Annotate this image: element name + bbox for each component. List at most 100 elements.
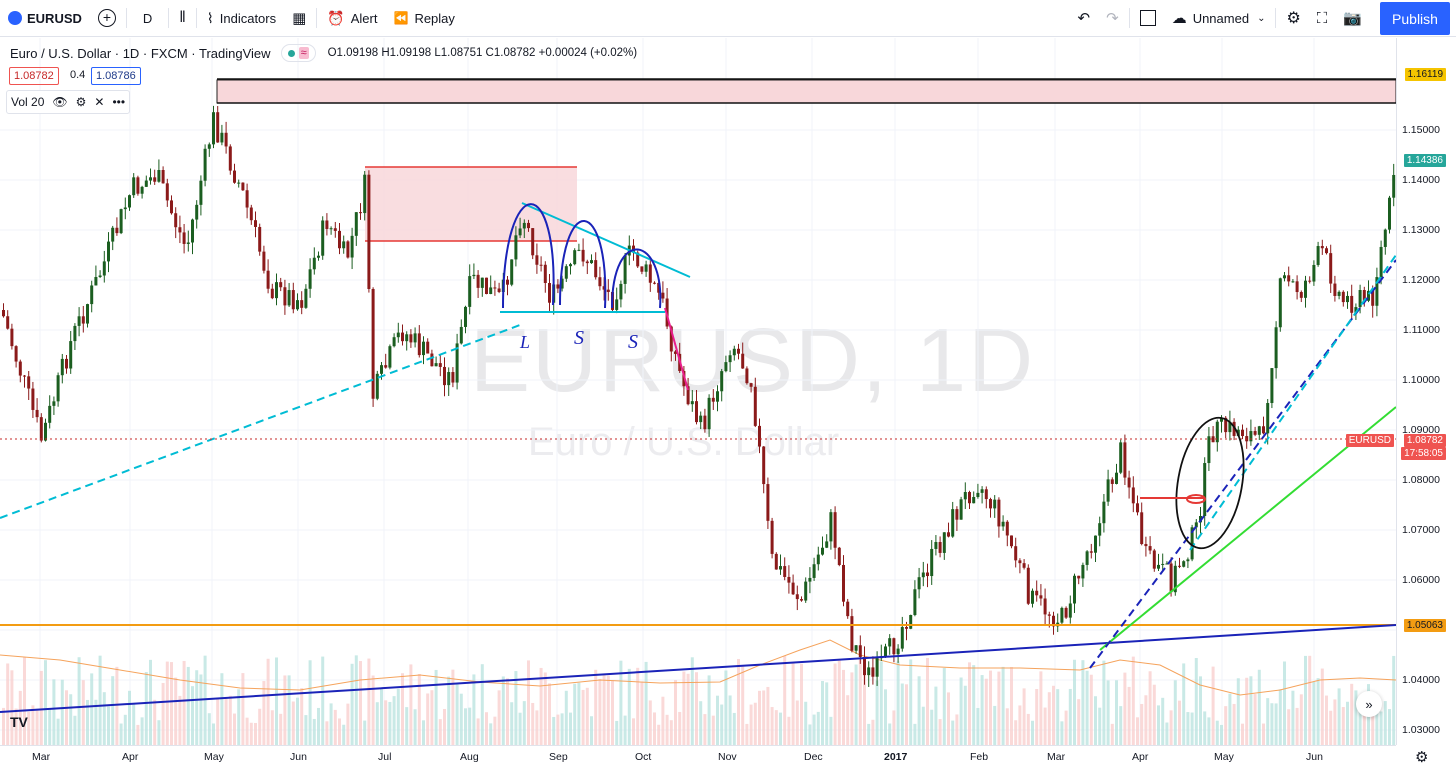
fullscreen-button[interactable]: ⛶ bbox=[1309, 0, 1336, 37]
legend-title[interactable]: Euro / U.S. Dollar · 1D · FXCM · Trading… bbox=[10, 46, 271, 61]
indicators-button[interactable]: ⌇ Indicators bbox=[199, 0, 284, 37]
volume-bar bbox=[938, 719, 942, 745]
candlesticks bbox=[2, 105, 1396, 687]
candle-body bbox=[14, 346, 18, 362]
candle-body bbox=[934, 542, 938, 549]
volume-bar bbox=[1203, 711, 1207, 745]
volume-bar bbox=[585, 687, 589, 745]
volume-bar bbox=[816, 711, 820, 745]
candle-body bbox=[745, 368, 749, 384]
candle-body bbox=[518, 228, 522, 236]
cyan-trendline-left[interactable] bbox=[0, 324, 521, 519]
volume-bar bbox=[140, 717, 144, 745]
volume-bar bbox=[657, 724, 661, 745]
volume-bar bbox=[1295, 707, 1299, 745]
candle-body bbox=[144, 180, 148, 187]
candle-body bbox=[1320, 246, 1324, 249]
candle-body bbox=[556, 284, 560, 289]
hand-drawn-circle[interactable] bbox=[1167, 412, 1253, 553]
gear-icon[interactable]: ⚙ bbox=[76, 95, 87, 109]
candle-body bbox=[737, 348, 740, 354]
candle-body bbox=[1089, 551, 1093, 553]
candle-body bbox=[917, 577, 921, 590]
candle-body bbox=[947, 532, 950, 537]
interval-button[interactable]: D bbox=[129, 0, 166, 37]
more-icon[interactable]: ••• bbox=[112, 95, 125, 109]
volume-bar bbox=[753, 702, 757, 745]
shoulder-arc-right[interactable] bbox=[611, 248, 662, 309]
candle-body bbox=[871, 667, 875, 677]
volume-bar bbox=[594, 669, 598, 745]
annotation-s2: S bbox=[628, 331, 638, 353]
volume-bar bbox=[758, 690, 761, 745]
candle-body bbox=[170, 200, 173, 214]
compare-button[interactable]: + bbox=[90, 0, 124, 37]
candle-body bbox=[1257, 426, 1261, 435]
volume-bar bbox=[489, 723, 493, 745]
resistance-zone-top[interactable] bbox=[216, 79, 1397, 104]
volume-bar bbox=[909, 659, 913, 745]
volume-bar bbox=[1094, 696, 1097, 745]
alert-button[interactable]: ⏰ Alert bbox=[319, 0, 385, 37]
candle-body bbox=[119, 209, 123, 234]
candle-body bbox=[1266, 403, 1270, 434]
replay-button[interactable]: ⏪ Replay bbox=[385, 0, 462, 37]
volume-bar bbox=[174, 677, 178, 745]
axis-settings-button[interactable]: ⚙ bbox=[1415, 748, 1428, 766]
volume-bar bbox=[182, 660, 186, 745]
volume-bar bbox=[1102, 660, 1106, 745]
volume-bar bbox=[60, 679, 64, 745]
chart-type-button[interactable]: ǁ bbox=[171, 0, 194, 37]
fullscreen-layout-button[interactable] bbox=[1132, 0, 1164, 37]
volume-bar bbox=[1299, 694, 1303, 745]
candle-body bbox=[808, 577, 812, 582]
settings-button[interactable]: ⚙ bbox=[1278, 0, 1308, 37]
publish-button[interactable]: Publish bbox=[1380, 2, 1450, 35]
volume-bar bbox=[1316, 678, 1320, 745]
volume-bar bbox=[228, 695, 232, 745]
volume-bar bbox=[6, 663, 10, 745]
candle-body bbox=[1106, 479, 1110, 502]
symbol-search-button[interactable]: EURUSD bbox=[0, 0, 90, 37]
candle-body bbox=[615, 299, 619, 310]
candle-body bbox=[976, 492, 980, 497]
tradingview-logo[interactable]: TV bbox=[10, 714, 36, 734]
redo-button[interactable]: ↷ bbox=[1098, 0, 1127, 37]
close-icon[interactable]: ✕ bbox=[94, 95, 104, 109]
volume-bar bbox=[354, 655, 358, 745]
snapshot-button[interactable]: 📷 bbox=[1335, 0, 1370, 37]
undo-button[interactable]: ↶ bbox=[1070, 0, 1099, 37]
candle-body bbox=[52, 401, 56, 406]
scroll-to-realtime-button[interactable]: » bbox=[1356, 691, 1382, 717]
volume-bar bbox=[367, 658, 371, 745]
volume-bar bbox=[1039, 671, 1043, 745]
price-chart[interactable]: L S S bbox=[0, 38, 1456, 768]
volume-bar bbox=[2, 707, 5, 745]
eye-icon[interactable]: 👁 bbox=[52, 95, 67, 109]
volume-bar bbox=[266, 658, 270, 745]
templates-button[interactable]: ▦ bbox=[284, 0, 314, 37]
candle-body bbox=[1329, 253, 1333, 284]
magenta-drop-line[interactable] bbox=[664, 307, 689, 391]
candle-body bbox=[291, 290, 295, 310]
bid-price-box[interactable]: 1.08782 bbox=[9, 67, 59, 85]
supply-zone[interactable] bbox=[365, 167, 577, 241]
candle-body bbox=[506, 279, 509, 285]
layout-menu-button[interactable]: ☁ Unnamed ⌄ bbox=[1164, 0, 1274, 37]
price-axis[interactable] bbox=[1396, 38, 1456, 745]
dashed-cyan-trendline[interactable] bbox=[1189, 254, 1397, 551]
candle-body bbox=[86, 304, 89, 324]
volume-bar bbox=[52, 679, 56, 745]
candle-body bbox=[39, 417, 43, 441]
volume-bar bbox=[1123, 672, 1127, 745]
volume-bar bbox=[837, 660, 841, 745]
time-tick: Apr bbox=[1132, 751, 1149, 763]
volume-bar bbox=[1073, 659, 1076, 745]
ask-price-box[interactable]: 1.08786 bbox=[91, 67, 141, 85]
candle-body bbox=[262, 251, 266, 271]
time-tick: Dec bbox=[804, 751, 823, 763]
volume-bar bbox=[81, 680, 85, 745]
candle-body bbox=[1018, 560, 1022, 564]
legend-status-pill[interactable]: ≈ bbox=[280, 44, 316, 62]
volume-bar bbox=[548, 683, 551, 745]
